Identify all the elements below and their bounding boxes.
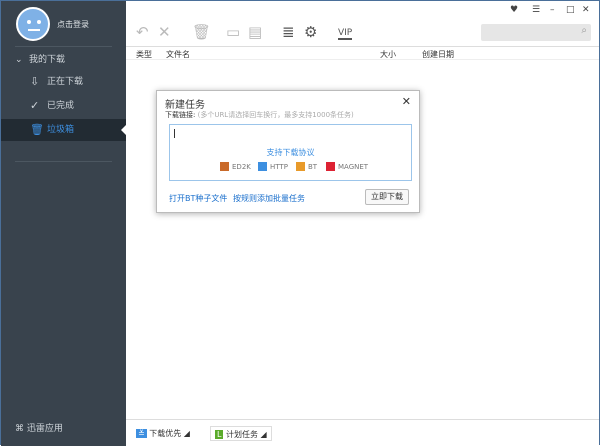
close-button[interactable]: ✕ [582, 5, 590, 15]
column-type[interactable]: 类型 [136, 49, 152, 60]
check-circle-icon: ✓ [30, 99, 40, 112]
sidebar-item-completed[interactable]: ✓ 已完成 [1, 95, 126, 117]
skin-icon[interactable]: ♥ [510, 5, 518, 15]
link-label: 下载链接: (多个URL请选择回车换行，最多支持1000条任务) [165, 111, 354, 119]
group-my-downloads[interactable]: ⌄ 我的下载 [1, 49, 126, 71]
delete-icon[interactable]: ✕ [158, 23, 171, 41]
column-size[interactable]: 大小 [380, 49, 396, 60]
column-name[interactable]: 文件名 [166, 49, 190, 60]
maximize-button[interactable]: □ [566, 5, 575, 15]
vip-icon[interactable]: VIP [338, 28, 353, 40]
batch-add-link[interactable]: 按规则添加批量任务 [233, 193, 305, 204]
resume-icon[interactable]: ↶ [136, 23, 149, 41]
trash-icon: 🗑 [30, 123, 44, 136]
protocol-ed2k: ED2K [220, 162, 251, 171]
download-icon: ⇩ [30, 75, 40, 88]
protocol-bt: BT [296, 162, 317, 171]
main-panel: ♥ ☰ – □ ✕ ↶ ✕ 🗑 ▭ ▤ ≣ ⚙ VIP ⌕ 类型 文件名 大小 … [126, 1, 599, 446]
sidebar: 点击登录 ⌄ 我的下载 ⇩ 正在下载 ✓ 已完成 🗑 垃圾箱 ⌘ 迅雷应用 [1, 1, 126, 446]
protocol-http: HTTP [258, 162, 288, 171]
priority-button[interactable]: ≚ 下载优先 ◢ [136, 426, 190, 441]
protocol-magnet: MAGNET [326, 162, 368, 171]
schedule-button[interactable]: L 计划任务 ◢ [210, 426, 272, 441]
minimize-button[interactable]: – [550, 5, 555, 15]
dialog-title: 新建任务 [165, 100, 205, 111]
schedule-icon: L [215, 430, 224, 439]
sidebar-item-downloading[interactable]: ⇩ 正在下载 [1, 71, 126, 93]
trash-icon[interactable]: 🗑 [192, 23, 211, 41]
apps-icon: ⌘ [15, 424, 24, 434]
login-link[interactable]: 点击登录 [57, 19, 89, 30]
dialog-close-icon[interactable]: ✕ [402, 95, 411, 108]
file-icon[interactable]: ▤ [248, 23, 262, 41]
table-header: 类型 文件名 大小 创建日期 [126, 46, 599, 60]
sidebar-item-trash[interactable]: 🗑 垃圾箱 [1, 119, 126, 141]
column-date[interactable]: 创建日期 [422, 49, 454, 60]
download-now-button[interactable]: 立即下载 [365, 189, 409, 205]
new-task-dialog: 新建任务 ✕ 下载链接: (多个URL请选择回车换行，最多支持1000条任务) … [156, 90, 420, 213]
sort-icon[interactable]: ≣ [282, 23, 295, 41]
search-icon: ⌕ [581, 25, 587, 36]
status-bar: ≚ 下载优先 ◢ L 计划任务 ◢ [126, 419, 599, 446]
chevron-down-icon: ⌄ [15, 55, 23, 65]
search-input[interactable]: ⌕ [481, 24, 591, 41]
avatar[interactable] [16, 7, 50, 41]
url-input[interactable]: 支持下载协议 ED2K HTTP BT MAGNET [169, 124, 412, 181]
menu-icon[interactable]: ☰ [532, 5, 540, 15]
open-bt-link[interactable]: 打开BT种子文件 [169, 193, 227, 204]
folder-icon[interactable]: ▭ [226, 23, 240, 41]
supported-protocols: 支持下载协议 [266, 148, 315, 157]
priority-icon: ≚ [136, 429, 147, 438]
settings-icon[interactable]: ⚙ [304, 23, 317, 41]
apps-button[interactable]: ⌘ 迅雷应用 [15, 421, 63, 434]
